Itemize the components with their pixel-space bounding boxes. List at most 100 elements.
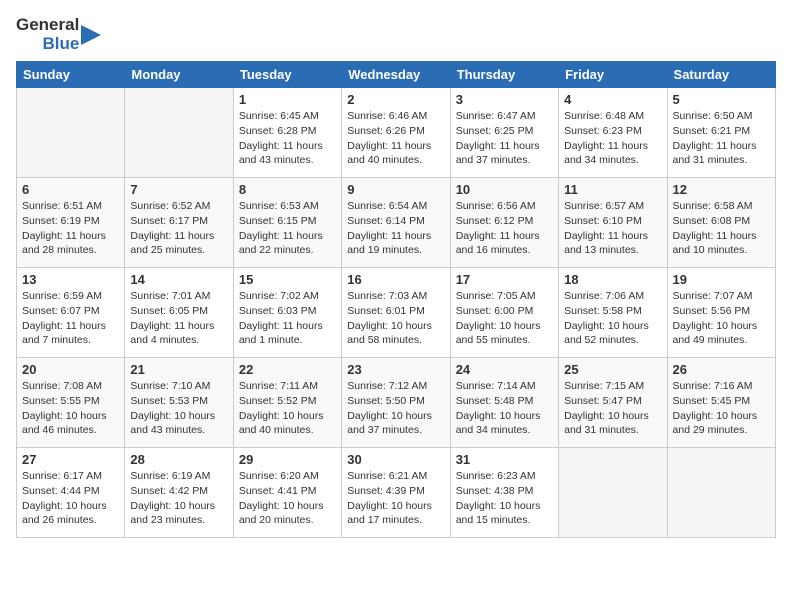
weekday-header: Thursday xyxy=(450,62,558,88)
day-number: 16 xyxy=(347,272,444,287)
day-number: 15 xyxy=(239,272,336,287)
day-info: Sunrise: 6:47 AM Sunset: 6:25 PM Dayligh… xyxy=(456,109,553,168)
day-info: Sunrise: 6:57 AM Sunset: 6:10 PM Dayligh… xyxy=(564,199,661,258)
day-info: Sunrise: 6:50 AM Sunset: 6:21 PM Dayligh… xyxy=(673,109,770,168)
day-info: Sunrise: 6:54 AM Sunset: 6:14 PM Dayligh… xyxy=(347,199,444,258)
calendar-day-cell: 22 Sunrise: 7:11 AM Sunset: 5:52 PM Dayli… xyxy=(233,358,341,448)
day-info: Sunrise: 7:07 AM Sunset: 5:56 PM Dayligh… xyxy=(673,289,770,348)
day-info: Sunrise: 6:58 AM Sunset: 6:08 PM Dayligh… xyxy=(673,199,770,258)
day-number: 11 xyxy=(564,182,661,197)
day-number: 7 xyxy=(130,182,227,197)
logo-arrow-icon xyxy=(79,17,101,53)
calendar-day-cell: 19Sunrise: 7:07 AM Sunset: 5:56 PM Dayli… xyxy=(667,268,775,358)
day-number: 6 xyxy=(22,182,119,197)
calendar-day-cell: 27Sunrise: 6:17 AM Sunset: 4:44 PM Dayli… xyxy=(17,448,125,538)
day-info: Sunrise: 7:03 AM Sunset: 6:01 PM Dayligh… xyxy=(347,289,444,348)
day-info: Sunrise: 6:59 AM Sunset: 6:07 PM Dayligh… xyxy=(22,289,119,348)
calendar-body: 1 Sunrise: 6:45 AM Sunset: 6:28 PM Daylig… xyxy=(17,88,776,538)
day-number: 3 xyxy=(456,92,553,107)
day-info: Sunrise: 6:48 AM Sunset: 6:23 PM Dayligh… xyxy=(564,109,661,168)
day-number: 21 xyxy=(130,362,227,377)
calendar-week-row: 27Sunrise: 6:17 AM Sunset: 4:44 PM Dayli… xyxy=(17,448,776,538)
day-info: Sunrise: 6:45 AM Sunset: 6:28 PM Dayligh… xyxy=(239,109,336,168)
weekday-header: Wednesday xyxy=(342,62,450,88)
calendar-week-row: 20 Sunrise: 7:08 AM Sunset: 5:55 PM Dayli… xyxy=(17,358,776,448)
day-number: 2 xyxy=(347,92,444,107)
calendar-week-row: 1 Sunrise: 6:45 AM Sunset: 6:28 PM Daylig… xyxy=(17,88,776,178)
calendar-day-cell: 20 Sunrise: 7:08 AM Sunset: 5:55 PM Dayli… xyxy=(17,358,125,448)
calendar-day-cell: 31Sunrise: 6:23 AM Sunset: 4:38 PM Dayli… xyxy=(450,448,558,538)
calendar-day-cell: 4Sunrise: 6:48 AM Sunset: 6:23 PM Daylig… xyxy=(559,88,667,178)
weekday-header: Saturday xyxy=(667,62,775,88)
day-number: 23 xyxy=(347,362,444,377)
weekday-header: Sunday xyxy=(17,62,125,88)
weekday-header: Monday xyxy=(125,62,233,88)
day-number: 22 xyxy=(239,362,336,377)
calendar-day-cell: 13 Sunrise: 6:59 AM Sunset: 6:07 PM Dayli… xyxy=(17,268,125,358)
day-number: 20 xyxy=(22,362,119,377)
logo-blue-text: Blue xyxy=(42,35,79,54)
weekday-header: Tuesday xyxy=(233,62,341,88)
logo-general-text: General xyxy=(16,16,79,35)
day-number: 28 xyxy=(130,452,227,467)
calendar-day-cell: 25Sunrise: 7:15 AM Sunset: 5:47 PM Dayli… xyxy=(559,358,667,448)
day-info: Sunrise: 7:08 AM Sunset: 5:55 PM Dayligh… xyxy=(22,379,119,438)
calendar-day-cell xyxy=(125,88,233,178)
calendar-day-cell xyxy=(667,448,775,538)
day-number: 26 xyxy=(673,362,770,377)
calendar-day-cell: 14Sunrise: 7:01 AM Sunset: 6:05 PM Dayli… xyxy=(125,268,233,358)
day-info: Sunrise: 6:53 AM Sunset: 6:15 PM Dayligh… xyxy=(239,199,336,258)
day-info: Sunrise: 7:01 AM Sunset: 6:05 PM Dayligh… xyxy=(130,289,227,348)
calendar-week-row: 6 Sunrise: 6:51 AM Sunset: 6:19 PM Daylig… xyxy=(17,178,776,268)
day-info: Sunrise: 6:56 AM Sunset: 6:12 PM Dayligh… xyxy=(456,199,553,258)
day-info: Sunrise: 6:52 AM Sunset: 6:17 PM Dayligh… xyxy=(130,199,227,258)
day-number: 27 xyxy=(22,452,119,467)
day-info: Sunrise: 6:46 AM Sunset: 6:26 PM Dayligh… xyxy=(347,109,444,168)
calendar-day-cell xyxy=(17,88,125,178)
calendar-day-cell xyxy=(559,448,667,538)
weekday-header: Friday xyxy=(559,62,667,88)
day-number: 24 xyxy=(456,362,553,377)
calendar-day-cell: 23 Sunrise: 7:12 AM Sunset: 5:50 PM Dayli… xyxy=(342,358,450,448)
calendar-day-cell: 5 Sunrise: 6:50 AM Sunset: 6:21 PM Daylig… xyxy=(667,88,775,178)
calendar-day-cell: 9Sunrise: 6:54 AM Sunset: 6:14 PM Daylig… xyxy=(342,178,450,268)
calendar-day-cell: 8Sunrise: 6:53 AM Sunset: 6:15 PM Daylig… xyxy=(233,178,341,268)
day-number: 10 xyxy=(456,182,553,197)
calendar-day-cell: 30 Sunrise: 6:21 AM Sunset: 4:39 PM Dayli… xyxy=(342,448,450,538)
calendar-day-cell: 1 Sunrise: 6:45 AM Sunset: 6:28 PM Daylig… xyxy=(233,88,341,178)
day-info: Sunrise: 7:14 AM Sunset: 5:48 PM Dayligh… xyxy=(456,379,553,438)
calendar-header-row: SundayMondayTuesdayWednesdayThursdayFrid… xyxy=(17,62,776,88)
day-info: Sunrise: 7:10 AM Sunset: 5:53 PM Dayligh… xyxy=(130,379,227,438)
calendar-day-cell: 11 Sunrise: 6:57 AM Sunset: 6:10 PM Dayli… xyxy=(559,178,667,268)
day-number: 29 xyxy=(239,452,336,467)
logo: General Blue xyxy=(16,16,101,53)
day-info: Sunrise: 6:51 AM Sunset: 6:19 PM Dayligh… xyxy=(22,199,119,258)
calendar-day-cell: 6 Sunrise: 6:51 AM Sunset: 6:19 PM Daylig… xyxy=(17,178,125,268)
calendar-day-cell: 18 Sunrise: 7:06 AM Sunset: 5:58 PM Dayli… xyxy=(559,268,667,358)
day-info: Sunrise: 7:11 AM Sunset: 5:52 PM Dayligh… xyxy=(239,379,336,438)
calendar-day-cell: 10 Sunrise: 6:56 AM Sunset: 6:12 PM Dayli… xyxy=(450,178,558,268)
day-number: 13 xyxy=(22,272,119,287)
calendar-day-cell: 12 Sunrise: 6:58 AM Sunset: 6:08 PM Dayli… xyxy=(667,178,775,268)
day-info: Sunrise: 7:12 AM Sunset: 5:50 PM Dayligh… xyxy=(347,379,444,438)
day-number: 31 xyxy=(456,452,553,467)
calendar-day-cell: 3 Sunrise: 6:47 AM Sunset: 6:25 PM Daylig… xyxy=(450,88,558,178)
day-info: Sunrise: 7:06 AM Sunset: 5:58 PM Dayligh… xyxy=(564,289,661,348)
day-info: Sunrise: 7:05 AM Sunset: 6:00 PM Dayligh… xyxy=(456,289,553,348)
calendar-day-cell: 15 Sunrise: 7:02 AM Sunset: 6:03 PM Dayli… xyxy=(233,268,341,358)
day-number: 18 xyxy=(564,272,661,287)
day-info: Sunrise: 7:16 AM Sunset: 5:45 PM Dayligh… xyxy=(673,379,770,438)
day-info: Sunrise: 7:02 AM Sunset: 6:03 PM Dayligh… xyxy=(239,289,336,348)
day-number: 1 xyxy=(239,92,336,107)
calendar-day-cell: 7 Sunrise: 6:52 AM Sunset: 6:17 PM Daylig… xyxy=(125,178,233,268)
calendar-day-cell: 21 Sunrise: 7:10 AM Sunset: 5:53 PM Dayli… xyxy=(125,358,233,448)
day-number: 25 xyxy=(564,362,661,377)
day-number: 12 xyxy=(673,182,770,197)
calendar-day-cell: 16 Sunrise: 7:03 AM Sunset: 6:01 PM Dayli… xyxy=(342,268,450,358)
calendar-day-cell: 2 Sunrise: 6:46 AM Sunset: 6:26 PM Daylig… xyxy=(342,88,450,178)
day-info: Sunrise: 6:21 AM Sunset: 4:39 PM Dayligh… xyxy=(347,469,444,528)
calendar-day-cell: 26 Sunrise: 7:16 AM Sunset: 5:45 PM Dayli… xyxy=(667,358,775,448)
day-number: 5 xyxy=(673,92,770,107)
day-info: Sunrise: 6:19 AM Sunset: 4:42 PM Dayligh… xyxy=(130,469,227,528)
day-number: 30 xyxy=(347,452,444,467)
